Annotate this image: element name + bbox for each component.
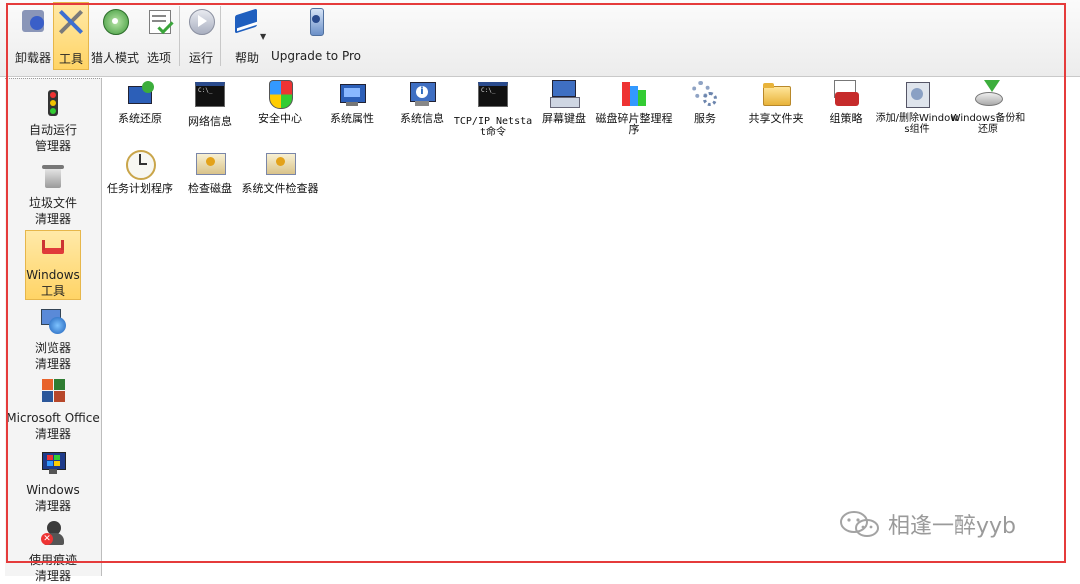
system-properties-icon bbox=[336, 78, 368, 110]
windows-cleaner-icon bbox=[39, 449, 67, 477]
defrag-icon bbox=[618, 78, 650, 110]
options-button[interactable]: 选项 bbox=[143, 2, 175, 70]
screen-keyboard-icon bbox=[548, 78, 580, 110]
tool-system-info[interactable]: i 系统信息 bbox=[385, 78, 459, 124]
sidebar-item-windows-cleaner[interactable]: Windows 清理器 bbox=[5, 449, 101, 514]
sidebar-item-windows-tools[interactable]: Windows 工具 bbox=[25, 230, 81, 300]
sidebar-item-office-cleaner[interactable]: Microsoft Office 清理器 bbox=[5, 377, 101, 442]
watermark-text: 相逢一醉yyb bbox=[888, 514, 1017, 539]
wechat-logo-icon bbox=[838, 509, 882, 539]
uninstaller-button[interactable]: 卸载器 bbox=[12, 2, 54, 70]
toolbar-separator bbox=[179, 6, 180, 66]
check-disk-icon bbox=[194, 148, 226, 180]
tools-panel: 系统还原 网络信息 安全中心 系统属性 i 系统信息 TCP/IP Netsta… bbox=[103, 78, 1080, 575]
sidebar-item-autorun-manager[interactable]: 自动运行 管理器 bbox=[5, 89, 101, 154]
tools-button[interactable]: 工具 bbox=[53, 2, 89, 70]
options-icon bbox=[144, 6, 174, 36]
upgrade-to-pro-button[interactable]: Upgrade to Pro bbox=[271, 2, 361, 70]
toolbar-separator bbox=[220, 6, 221, 66]
browser-cleaner-icon bbox=[39, 307, 67, 335]
tool-system-properties[interactable]: 系统属性 bbox=[315, 78, 389, 124]
hunter-mode-icon bbox=[100, 6, 130, 36]
sidebar: 自动运行 管理器 垃圾文件 清理器 Windows 工具 浏览器 清理器 Mic… bbox=[5, 78, 102, 583]
run-button[interactable]: 运行 bbox=[185, 2, 217, 70]
tool-services[interactable]: 服务 bbox=[668, 78, 742, 124]
upgrade-icon bbox=[301, 6, 331, 36]
tool-disk-defragmenter[interactable]: 磁盘碎片整理程序 bbox=[596, 78, 673, 135]
toolbar: 卸载器 工具 猎人模式 选项 运行 ▼ 帮助 Upgrade to Pro bbox=[0, 0, 1080, 77]
help-book-icon bbox=[232, 6, 262, 36]
task-scheduler-icon bbox=[124, 148, 156, 180]
help-button[interactable]: ▼ 帮助 bbox=[226, 2, 268, 70]
system-info-icon: i bbox=[406, 78, 438, 110]
hunter-mode-button[interactable]: 猎人模式 bbox=[90, 2, 140, 70]
tool-check-disk[interactable]: 检查磁盘 bbox=[173, 148, 247, 194]
sidebar-item-tracks-cleaner[interactable]: ✕ 使用痕迹 清理器 bbox=[5, 519, 101, 584]
tool-system-restore[interactable]: 系统还原 bbox=[103, 78, 177, 124]
tool-netstat[interactable]: TCP/IP Netstat命令 bbox=[454, 78, 532, 138]
tool-task-scheduler[interactable]: 任务计划程序 bbox=[103, 148, 177, 194]
uninstaller-icon bbox=[18, 6, 48, 36]
shared-folder-icon bbox=[760, 78, 792, 110]
tool-security-center[interactable]: 安全中心 bbox=[243, 78, 317, 124]
sidebar-item-browser-cleaner[interactable]: 浏览器 清理器 bbox=[5, 307, 101, 372]
backup-restore-icon bbox=[972, 78, 1004, 110]
security-center-icon bbox=[264, 78, 296, 110]
windows-tools-icon bbox=[39, 234, 67, 262]
tool-network-info[interactable]: 网络信息 bbox=[173, 78, 247, 127]
tool-group-policy[interactable]: 组策略 bbox=[809, 78, 883, 124]
watermark: 相逢一醉yyb bbox=[838, 508, 1016, 540]
windows-components-icon bbox=[901, 78, 933, 110]
sidebar-item-junk-cleaner[interactable]: 垃圾文件 清理器 bbox=[5, 162, 101, 227]
system-restore-icon bbox=[124, 78, 156, 110]
chevron-down-icon: ▼ bbox=[260, 32, 267, 41]
tool-system-file-checker[interactable]: 系统文件检查器 bbox=[242, 148, 319, 194]
traffic-light-icon bbox=[39, 89, 67, 117]
services-gear-icon bbox=[689, 78, 721, 110]
run-icon bbox=[186, 6, 216, 36]
group-policy-icon bbox=[830, 78, 862, 110]
netstat-icon bbox=[478, 82, 508, 107]
tracks-cleaner-icon: ✕ bbox=[39, 519, 67, 547]
sfc-icon bbox=[264, 148, 296, 180]
tool-shared-folders[interactable]: 共享文件夹 bbox=[739, 78, 813, 124]
network-info-icon bbox=[195, 82, 225, 107]
junk-files-icon bbox=[39, 162, 67, 190]
tool-backup-restore[interactable]: Windows备份和还原 bbox=[951, 78, 1025, 135]
office-cleaner-icon bbox=[39, 377, 67, 405]
tool-screen-keyboard[interactable]: 屏幕键盘 bbox=[527, 78, 601, 124]
tool-windows-components[interactable]: 添加/删除Windows组件 bbox=[876, 78, 958, 135]
tools-icon bbox=[56, 7, 86, 37]
